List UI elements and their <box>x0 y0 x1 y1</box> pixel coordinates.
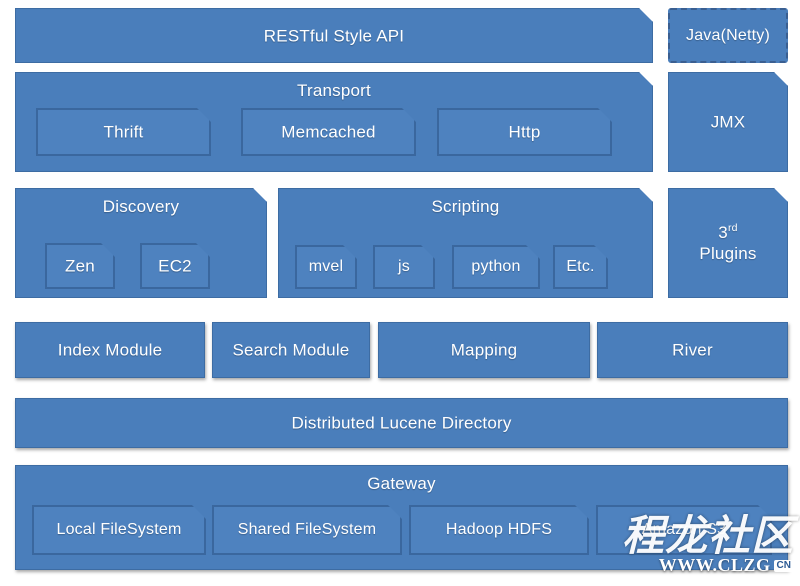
block-transport-label: Transport <box>297 81 371 100</box>
block-third-party-plugins[interactable]: 3rd Plugins <box>668 188 788 298</box>
block-distributed-lucene-directory[interactable]: Distributed Lucene Directory <box>15 398 788 448</box>
block-restful-style-api[interactable]: RESTful Style API <box>15 8 653 63</box>
block-python-label: python <box>471 258 521 275</box>
block-zen-label: Zen <box>65 256 95 276</box>
block-ec2-label: EC2 <box>158 256 192 276</box>
block-mapping[interactable]: Mapping <box>378 322 590 378</box>
block-search-module-label: Search Module <box>232 340 350 360</box>
block-memcached[interactable]: Memcached <box>241 108 416 156</box>
block-ec2[interactable]: EC2 <box>140 243 210 289</box>
block-local-filesystem[interactable]: Local FileSystem <box>32 505 206 555</box>
block-js-label: js <box>398 258 410 275</box>
block-distributed-lucene-directory-label: Distributed Lucene Directory <box>291 413 512 433</box>
block-python[interactable]: python <box>452 245 540 289</box>
block-memcached-label: Memcached <box>281 122 376 142</box>
block-etc[interactable]: Etc. <box>553 245 608 289</box>
block-thrift[interactable]: Thrift <box>36 108 211 156</box>
block-river[interactable]: River <box>597 322 788 378</box>
block-third-party-plugins-label: 3rd Plugins <box>668 222 788 265</box>
block-river-label: River <box>672 340 713 360</box>
block-zen[interactable]: Zen <box>45 243 115 289</box>
block-js[interactable]: js <box>373 245 435 289</box>
block-index-module[interactable]: Index Module <box>15 322 205 378</box>
plugins-word: Plugins <box>699 244 757 263</box>
plugins-ordinal-suffix: rd <box>727 222 738 235</box>
block-java-netty[interactable]: Java(Netty) <box>668 8 788 63</box>
block-discovery-label: Discovery <box>102 197 180 216</box>
block-shared-filesystem-label: Shared FileSystem <box>237 521 377 538</box>
block-jmx[interactable]: JMX <box>668 72 788 172</box>
block-scripting-label: Scripting <box>431 197 500 216</box>
block-index-module-label: Index Module <box>57 340 163 360</box>
block-amazon-s3-label: Amazon S3 <box>641 521 727 538</box>
block-shared-filesystem[interactable]: Shared FileSystem <box>212 505 402 555</box>
block-jmx-label: JMX <box>710 112 746 132</box>
block-etc-label: Etc. <box>566 258 595 275</box>
block-mvel-label: mvel <box>308 258 344 275</box>
block-hadoop-hdfs[interactable]: Hadoop HDFS <box>409 505 589 555</box>
block-search-module[interactable]: Search Module <box>212 322 370 378</box>
block-amazon-s3[interactable]: Amazon S3 <box>596 505 772 555</box>
block-mapping-label: Mapping <box>450 340 518 360</box>
block-gateway-label: Gateway <box>367 474 436 493</box>
architecture-diagram: RESTful Style API Java(Netty) Transport … <box>0 0 800 586</box>
block-http[interactable]: Http <box>437 108 612 156</box>
block-hadoop-hdfs-label: Hadoop HDFS <box>445 521 553 538</box>
plugins-ordinal-number: 3 <box>718 222 728 242</box>
block-http-label: Http <box>508 122 541 142</box>
block-local-filesystem-label: Local FileSystem <box>56 521 182 538</box>
block-restful-style-api-label: RESTful Style API <box>263 25 405 45</box>
block-mvel[interactable]: mvel <box>295 245 357 289</box>
block-thrift-label: Thrift <box>103 122 144 142</box>
block-java-netty-label: Java(Netty) <box>686 26 770 44</box>
